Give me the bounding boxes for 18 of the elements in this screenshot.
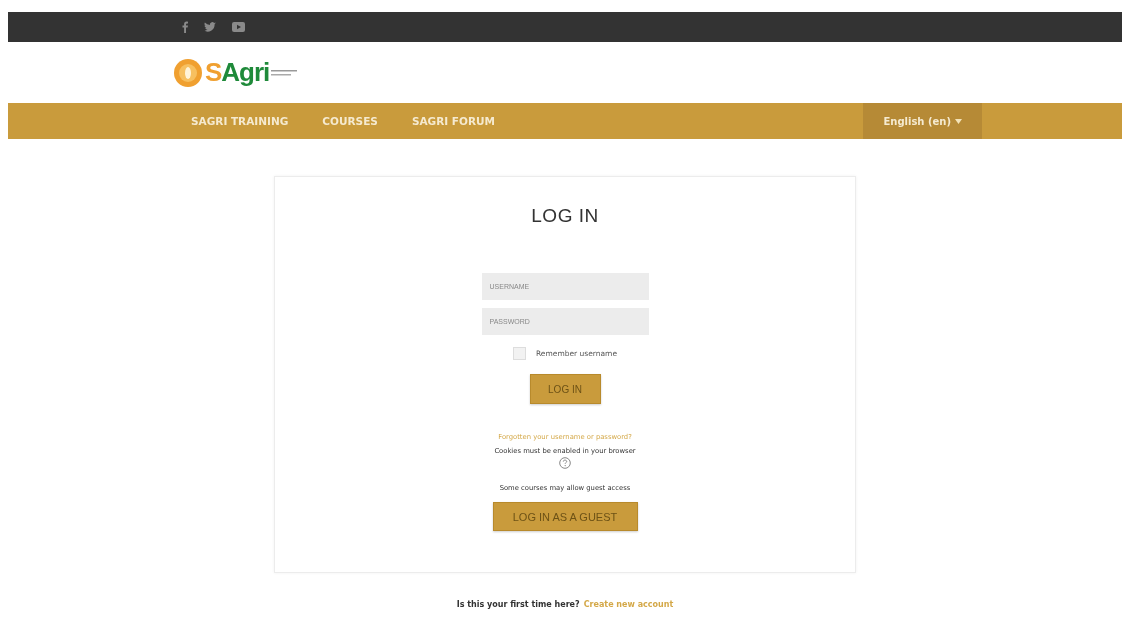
- help-icon[interactable]: [559, 457, 571, 469]
- nav-link[interactable]: SAGRI TRAINING: [173, 103, 306, 139]
- caret-icon: [955, 118, 962, 124]
- nav-link[interactable]: SAGRI FORUM: [394, 103, 512, 139]
- remember-checkbox[interactable]: [512, 347, 526, 360]
- create-account-link[interactable]: Create new account: [583, 600, 674, 609]
- tagline-lines-icon: [271, 67, 298, 78]
- nav-link[interactable]: COURSES: [305, 103, 395, 139]
- logo-text[interactable]: SAgri: [205, 57, 270, 88]
- language-menu[interactable]: English (en): [863, 103, 982, 139]
- guest-login-button[interactable]: LOG IN AS A GUEST: [492, 502, 638, 531]
- bird-icon[interactable]: [204, 22, 216, 32]
- video-icon[interactable]: [232, 22, 245, 32]
- signup-question: Is this your first time here?: [456, 600, 580, 609]
- login-title: LOG IN: [531, 205, 599, 227]
- sun-icon: [173, 57, 203, 88]
- login-button[interactable]: LOG IN: [529, 374, 601, 404]
- facebook-icon[interactable]: [182, 21, 188, 33]
